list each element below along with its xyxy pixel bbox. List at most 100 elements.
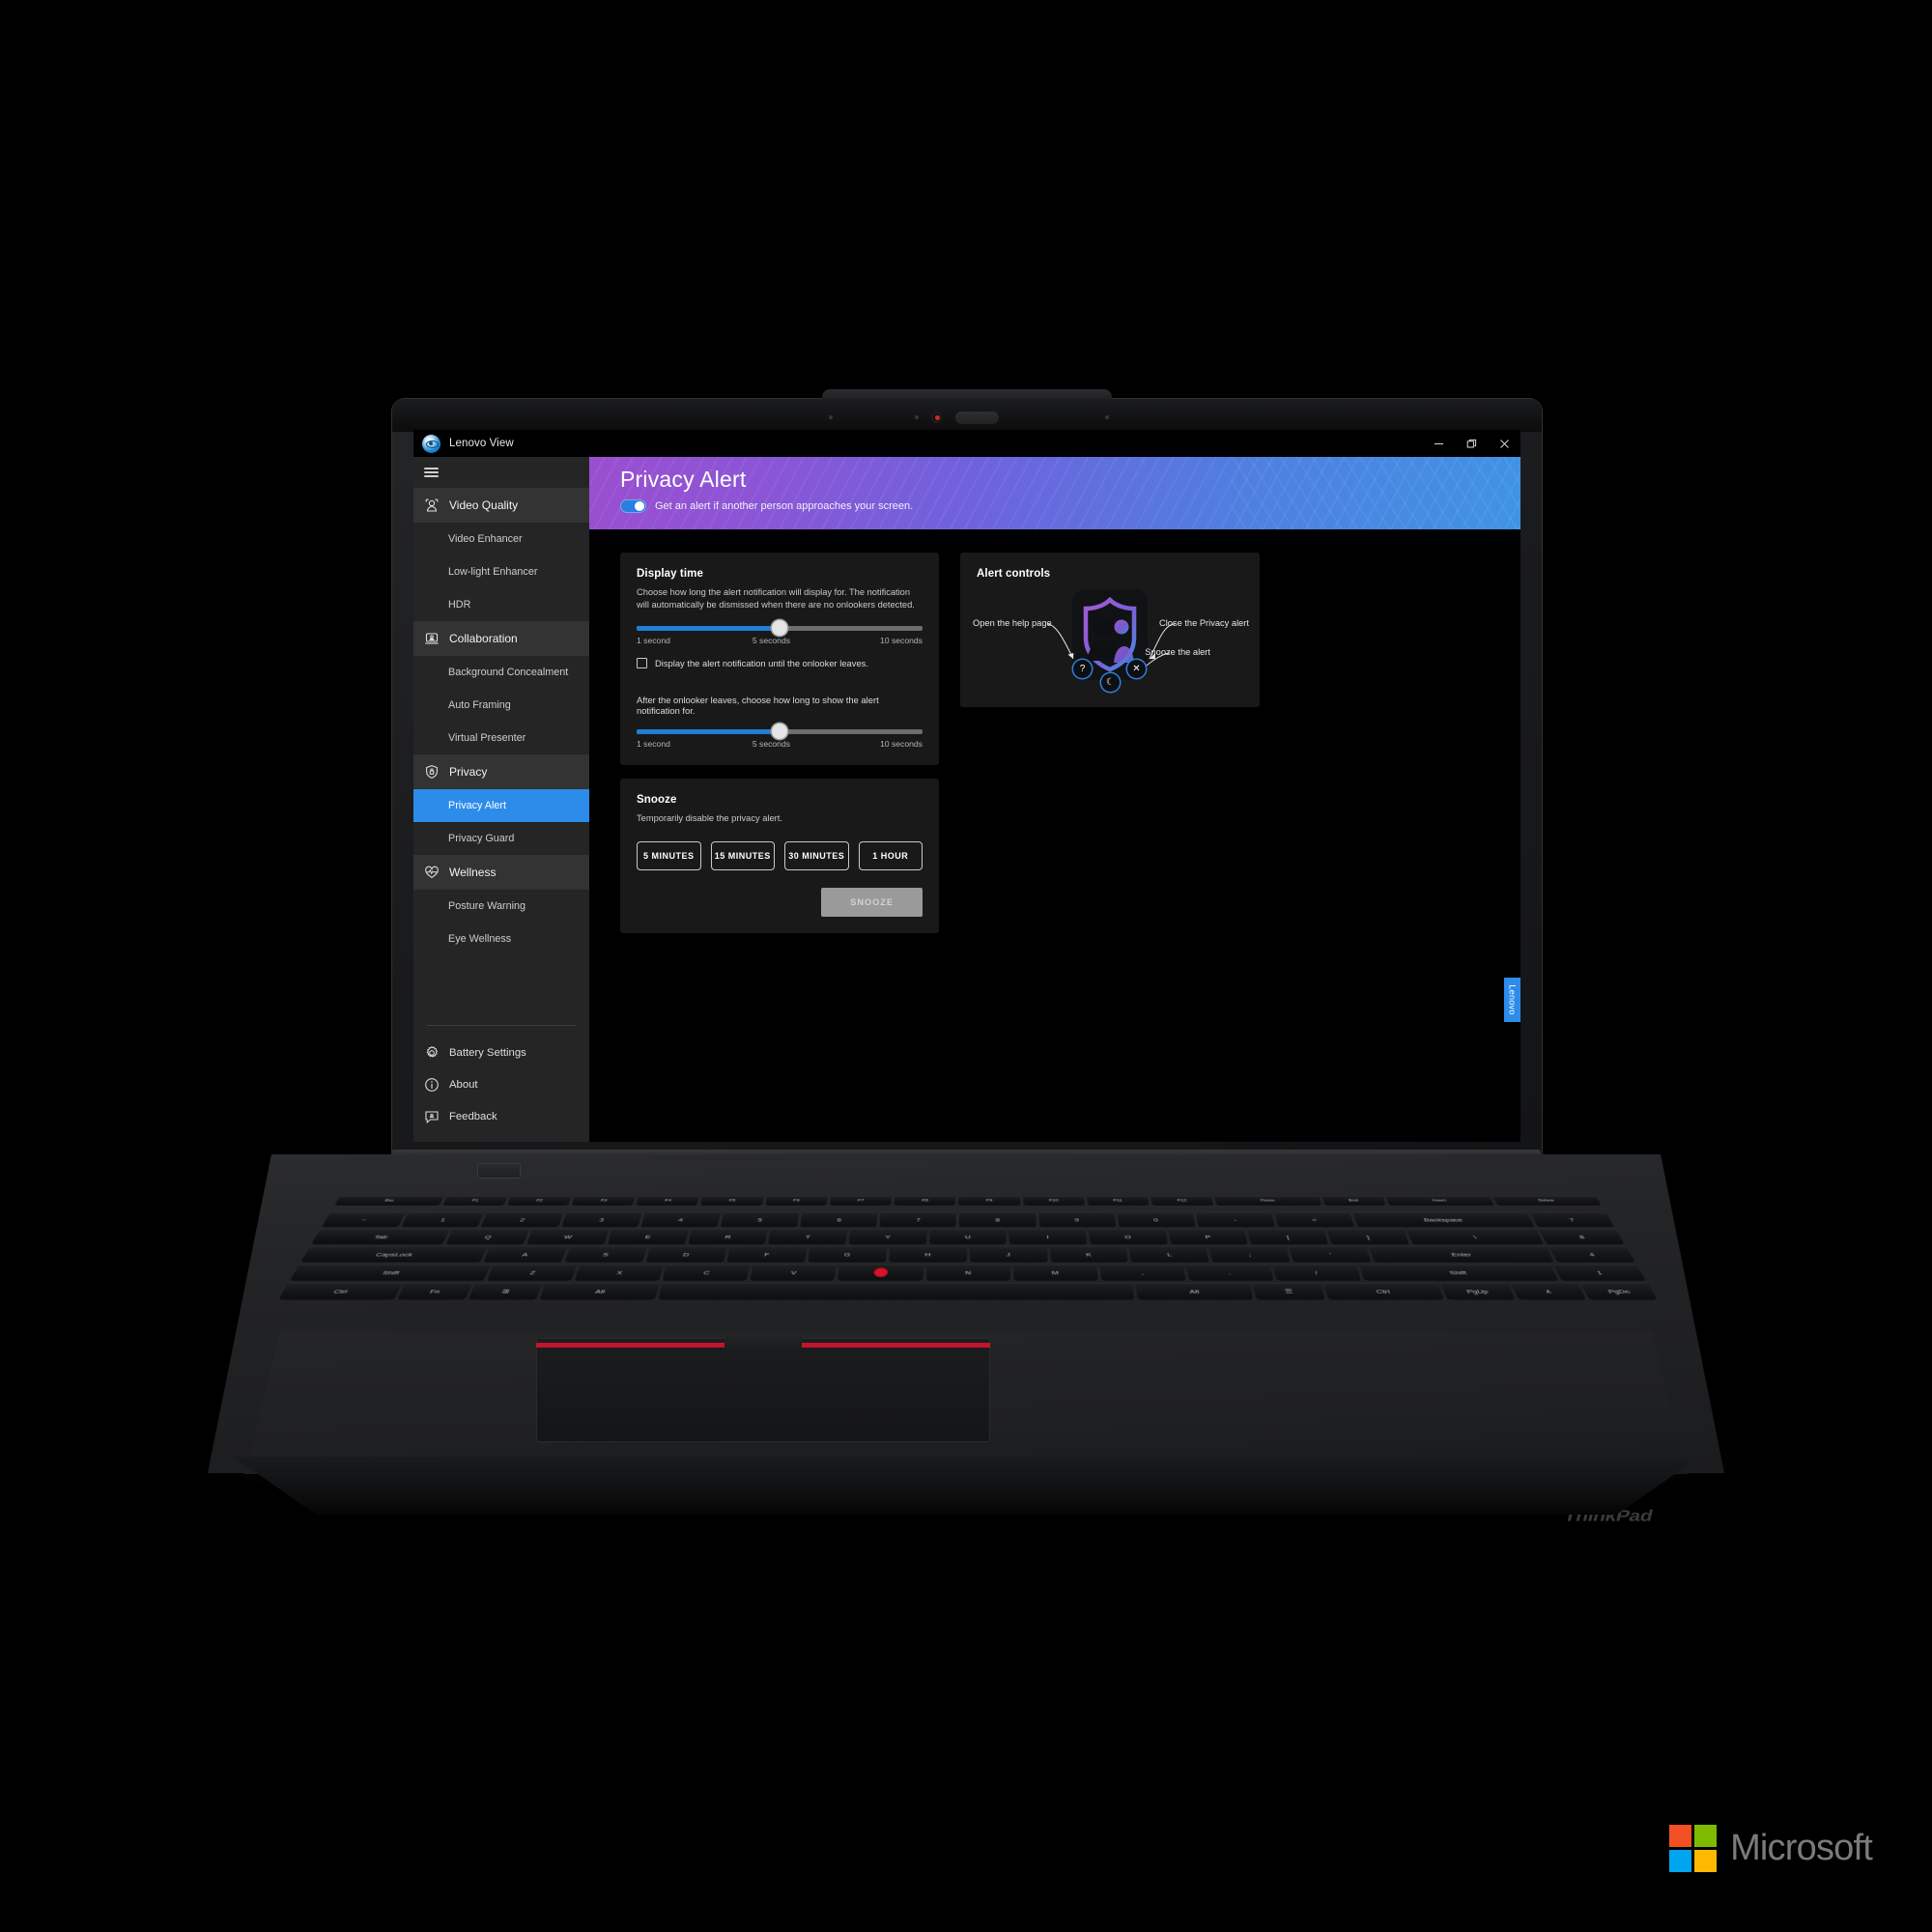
key-pgdn[interactable]: PgDn: [1580, 1283, 1658, 1300]
key-v[interactable]: V: [751, 1264, 838, 1281]
key-f12[interactable]: F12: [1151, 1196, 1214, 1206]
key-5[interactable]: 5: [720, 1212, 799, 1227]
key-k[interactable]: K: [1049, 1246, 1128, 1262]
key-num-1[interactable]: 1: [1553, 1264, 1646, 1281]
key-f1[interactable]: F1: [442, 1196, 508, 1206]
key-f10[interactable]: F10: [1023, 1196, 1085, 1206]
key-x[interactable]: X: [575, 1264, 664, 1281]
key-fn[interactable]: Fn: [397, 1283, 472, 1300]
sidebar-item-background-concealment[interactable]: Background Concealment: [413, 656, 589, 689]
key-z[interactable]: Z: [487, 1264, 577, 1281]
privacy-alert-toggle[interactable]: [620, 499, 646, 513]
key-slash[interactable]: /: [1272, 1264, 1361, 1281]
after-leave-slider[interactable]: [637, 729, 923, 734]
sidebar-item-battery-settings[interactable]: Battery Settings: [413, 1037, 589, 1068]
key-m[interactable]: M: [1012, 1264, 1097, 1281]
key-semicolon[interactable]: ;: [1209, 1246, 1291, 1262]
sidebar-item-feedback[interactable]: Feedback: [413, 1100, 589, 1132]
key-n[interactable]: N: [925, 1264, 1010, 1281]
key-shift-right[interactable]: Shift: [1358, 1264, 1558, 1281]
until-onlooker-leaves-checkbox[interactable]: [637, 658, 647, 668]
key-r[interactable]: R: [688, 1229, 768, 1244]
key-f[interactable]: F: [726, 1246, 807, 1262]
key-menu[interactable]: ☰: [1253, 1283, 1325, 1300]
key-f7[interactable]: F7: [830, 1196, 893, 1206]
keyboard[interactable]: Esc F1 F2 F3 F4 F5 F6 F7 F8 F9 F10 F11 F…: [286, 1196, 1649, 1287]
key-1[interactable]: 1: [401, 1212, 484, 1227]
touchpad-middle-button[interactable]: [724, 1333, 802, 1352]
key-f11[interactable]: F11: [1087, 1196, 1150, 1206]
key-o[interactable]: O: [1089, 1229, 1168, 1244]
key-f9[interactable]: F9: [958, 1196, 1020, 1206]
key-quote[interactable]: ': [1290, 1246, 1373, 1262]
key-pgup[interactable]: PgUp: [1440, 1283, 1516, 1300]
key-bracket-right[interactable]: ]: [1326, 1229, 1408, 1244]
key-f4[interactable]: F4: [636, 1196, 699, 1206]
key-tilde[interactable]: ~: [322, 1212, 407, 1227]
key-c[interactable]: C: [663, 1264, 751, 1281]
key-i[interactable]: I: [1009, 1229, 1088, 1244]
key-f2[interactable]: F2: [506, 1196, 572, 1206]
snooze-option-30-minutes[interactable]: 30 MINUTES: [784, 841, 849, 870]
key-backslash[interactable]: \: [1406, 1229, 1545, 1244]
key-g[interactable]: G: [808, 1246, 887, 1262]
key-capslock[interactable]: CapsLock: [300, 1246, 487, 1262]
sidebar-group-collaboration[interactable]: Collaboration: [413, 621, 589, 656]
key-minus[interactable]: -: [1195, 1212, 1275, 1227]
slider-thumb[interactable]: [772, 724, 787, 739]
key-0[interactable]: 0: [1117, 1212, 1196, 1227]
key-tab[interactable]: Tab: [311, 1229, 450, 1244]
key-f8[interactable]: F8: [894, 1196, 955, 1206]
key-alt-right[interactable]: Alt: [1136, 1283, 1254, 1300]
snooze-option-15-minutes[interactable]: 15 MINUTES: [711, 841, 776, 870]
key-p[interactable]: P: [1168, 1229, 1248, 1244]
key-insert[interactable]: Insert: [1385, 1196, 1493, 1206]
key-period[interactable]: .: [1185, 1264, 1273, 1281]
key-ctrl-left[interactable]: Ctrl: [278, 1283, 402, 1300]
key-bracket-left[interactable]: [: [1247, 1229, 1328, 1244]
trackpoint[interactable]: [874, 1268, 889, 1277]
key-num-4[interactable]: 4: [1549, 1246, 1635, 1262]
sidebar-item-hdr[interactable]: HDR: [413, 588, 589, 621]
key-f3[interactable]: F3: [571, 1196, 636, 1206]
sidebar-item-low-light-enhancer[interactable]: Low-light Enhancer: [413, 555, 589, 588]
key-s[interactable]: S: [564, 1246, 647, 1262]
sidebar-item-posture-warning[interactable]: Posture Warning: [413, 890, 589, 923]
key-arrow-up[interactable]: ∧: [1510, 1283, 1586, 1300]
sidebar-item-virtual-presenter[interactable]: Virtual Presenter: [413, 722, 589, 754]
key-ctrl-right[interactable]: Ctrl: [1322, 1283, 1443, 1300]
key-3[interactable]: 3: [560, 1212, 641, 1227]
key-w[interactable]: W: [526, 1229, 609, 1244]
help-badge[interactable]: ?: [1073, 660, 1092, 678]
key-a[interactable]: A: [483, 1246, 567, 1262]
key-backspace[interactable]: Backspace: [1352, 1212, 1534, 1227]
key-y[interactable]: Y: [848, 1229, 926, 1244]
key-j[interactable]: J: [970, 1246, 1048, 1262]
key-h[interactable]: H: [889, 1246, 967, 1262]
sidebar-item-privacy-guard[interactable]: Privacy Guard: [413, 822, 589, 855]
key-numlock[interactable]: 7: [1530, 1212, 1615, 1227]
key-q[interactable]: Q: [446, 1229, 530, 1244]
restore-button[interactable]: [1455, 430, 1488, 457]
sidebar-group-video-quality[interactable]: Video Quality: [413, 488, 589, 523]
key-e[interactable]: E: [607, 1229, 688, 1244]
slider-thumb[interactable]: [772, 620, 787, 636]
key-t[interactable]: T: [768, 1229, 847, 1244]
key-home[interactable]: Home: [1214, 1196, 1321, 1206]
key-windows[interactable]: ⊞: [469, 1283, 543, 1300]
hamburger-menu-button[interactable]: [413, 457, 589, 488]
key-f6[interactable]: F6: [765, 1196, 828, 1206]
minimize-button[interactable]: [1422, 430, 1455, 457]
sidebar-group-privacy[interactable]: Privacy: [413, 754, 589, 789]
sidebar-item-auto-framing[interactable]: Auto Framing: [413, 689, 589, 722]
sidebar-item-video-enhancer[interactable]: Video Enhancer: [413, 523, 589, 555]
key-6[interactable]: 6: [800, 1212, 878, 1227]
sidebar-item-eye-wellness[interactable]: Eye Wellness: [413, 923, 589, 955]
key-b[interactable]: B: [838, 1264, 923, 1281]
key-space[interactable]: [659, 1283, 1135, 1300]
touchpad[interactable]: [536, 1338, 990, 1442]
key-l[interactable]: L: [1129, 1246, 1209, 1262]
key-num-8[interactable]: 8: [1539, 1229, 1625, 1244]
close-button[interactable]: [1488, 430, 1520, 457]
key-d[interactable]: D: [645, 1246, 726, 1262]
